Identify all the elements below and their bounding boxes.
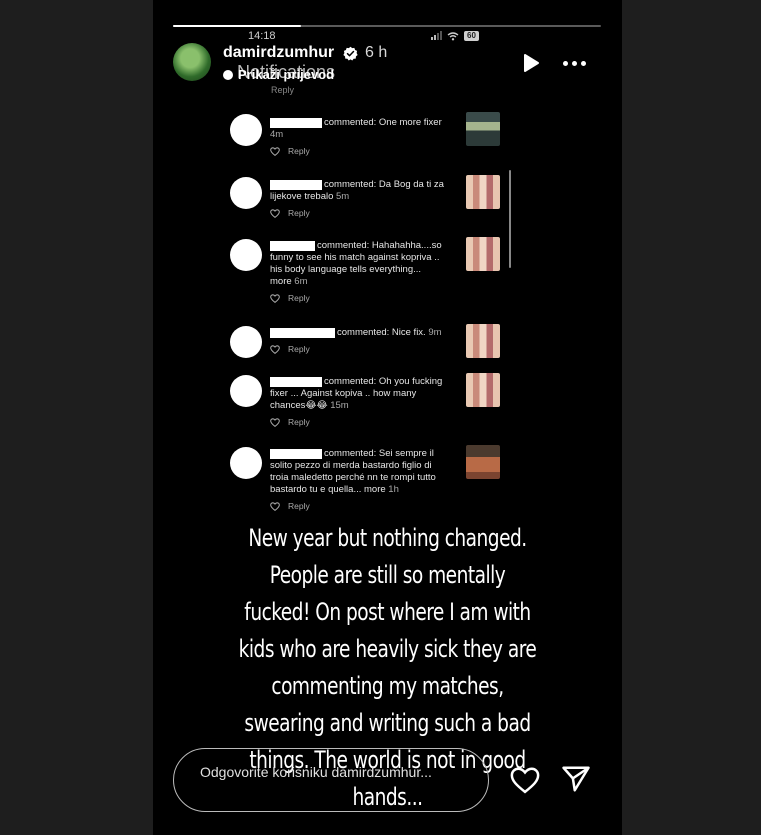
comment-reply-row: Reply: [270, 293, 310, 303]
comment-reply-label: Reply: [288, 417, 310, 427]
comment-avatar: [230, 375, 262, 407]
heart-outline-icon: [270, 208, 280, 218]
caption-line: fucked! On post where I am with: [244, 598, 531, 626]
comment-text: commented: Hahahahha....so funny to see …: [270, 240, 445, 288]
post-thumbnail: [466, 445, 500, 479]
caption-line: New year but nothing changed.: [248, 524, 527, 552]
comment-avatar: [230, 114, 262, 146]
heart-outline-icon: [270, 293, 280, 303]
comment-reply-label: Reply: [288, 344, 310, 354]
comment-avatar: [230, 177, 262, 209]
comment-reply-label: Reply: [288, 146, 310, 156]
story-viewer: 14:18 60 damirdzumhur 6 h Notifications …: [153, 0, 622, 835]
comment-reply-row: Reply: [270, 208, 310, 218]
comment-text: commented: Sei sempre il solito pezzo di…: [270, 448, 445, 496]
play-icon[interactable]: [521, 53, 541, 73]
comment-avatar: [230, 239, 262, 271]
heart-icon[interactable]: [510, 766, 540, 794]
comment-reply-label: Reply: [288, 208, 310, 218]
comment-body: commented: Oh you fucking fixer ... Agai…: [270, 376, 443, 411]
comment-reply-row: Reply: [270, 501, 310, 511]
comment-time: 6m: [294, 276, 308, 287]
comment-reply-label: Reply: [288, 293, 310, 303]
post-thumbnail: [466, 237, 500, 271]
comment-text: commented: One more fixer 4m: [270, 117, 445, 141]
comment-reply-row: Reply: [270, 417, 310, 427]
comment-text: commented: Da Bog da ti za lijekove treb…: [270, 179, 445, 203]
caption-line: kids who are heavily sick they are: [238, 635, 537, 663]
caption-line: swearing and writing such a bad: [244, 709, 531, 737]
caption-line: People are still so mentally: [269, 561, 506, 589]
reply-input[interactable]: [198, 761, 472, 803]
comment-text: commented: Oh you fucking fixer ... Agai…: [270, 376, 445, 412]
comment-text: commented: Nice fix. 9m: [270, 327, 445, 339]
heart-outline-icon: [270, 501, 280, 511]
reply-field[interactable]: Odgovorite korisniku damirdzumhur...: [173, 748, 489, 812]
comment-time: 9m: [428, 327, 442, 338]
send-icon[interactable]: [561, 765, 591, 793]
heart-outline-icon: [270, 417, 280, 427]
comment-list: commented: One more fixer 4m Reply comment…: [228, 0, 508, 520]
comment-avatar: [230, 447, 262, 479]
comment-body: commented: Sei sempre il solito pezzo di…: [270, 448, 436, 495]
comment-body: commented: Nice fix.: [337, 327, 429, 338]
post-thumbnail: [466, 373, 500, 407]
post-thumbnail: [466, 175, 500, 209]
post-thumbnail: [466, 324, 500, 358]
comment-time: 1h: [388, 484, 399, 495]
comment-reply-row: Reply: [270, 344, 310, 354]
scrollbar: [509, 170, 511, 268]
comment-time: 15m: [330, 400, 349, 411]
heart-outline-icon: [270, 344, 280, 354]
comment-reply-row: Reply: [270, 146, 310, 156]
comment-avatar: [230, 326, 262, 358]
comment-time: 4m: [270, 129, 284, 140]
heart-outline-icon: [270, 146, 280, 156]
caption-line: commenting my matches,: [271, 672, 504, 700]
avatar[interactable]: [173, 43, 211, 81]
post-thumbnail: [466, 112, 500, 146]
more-options-icon[interactable]: [563, 61, 586, 66]
comment-body: commented: Da Bog da ti za lijekove treb…: [270, 179, 444, 202]
comment-body: commented: One more fixer: [324, 117, 442, 128]
comment-time: 5m: [336, 191, 350, 202]
comment-reply-label: Reply: [288, 501, 310, 511]
